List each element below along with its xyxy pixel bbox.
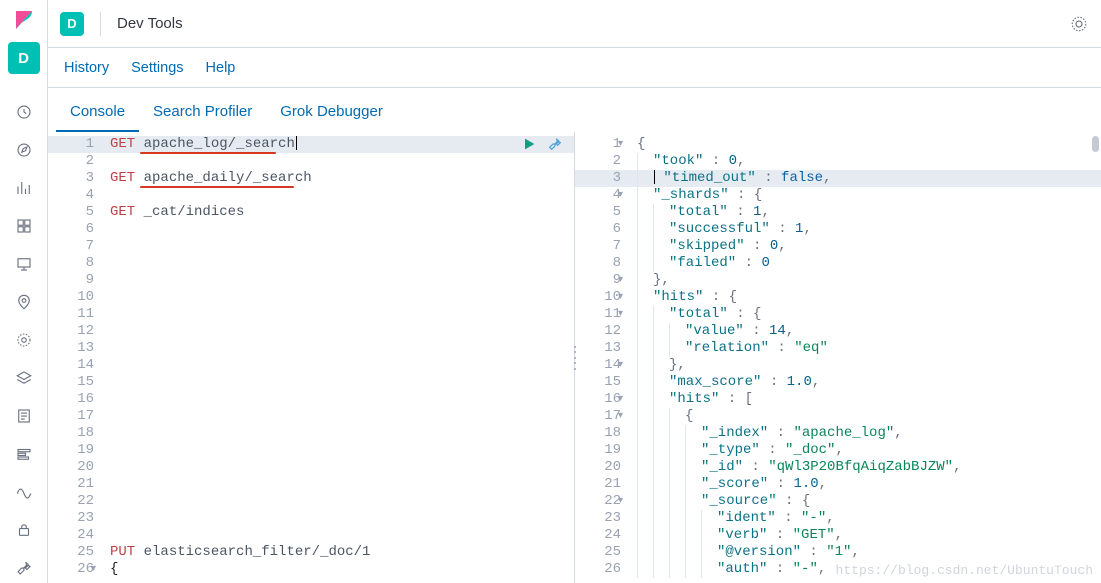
subnav-settings[interactable]: Settings (131, 60, 183, 76)
security-icon[interactable] (12, 518, 36, 542)
visualize-icon[interactable] (12, 176, 36, 200)
request-options-icon[interactable] (546, 135, 564, 153)
dev-tools-icon[interactable] (12, 556, 36, 580)
breadcrumb-app-name: Dev Tools (117, 15, 183, 32)
subnav-history[interactable]: History (64, 60, 109, 76)
ml-icon[interactable] (12, 328, 36, 352)
response-code: {"took" : 0, "timed_out" : false,"_shard… (631, 132, 1101, 583)
apm-icon[interactable] (12, 442, 36, 466)
tab-search-profiler[interactable]: Search Profiler (139, 93, 266, 132)
logs-icon[interactable] (12, 404, 36, 428)
request-code[interactable]: GET apache_log/_search GET apache_daily/… (104, 132, 574, 583)
request-gutter: 1234567891011121314151617181920212223242… (48, 132, 104, 583)
response-gutter: 1▾234▾56789▾10▾11▾121314▾1516▾17▾1819202… (575, 132, 631, 583)
response-editor-pane[interactable]: 1▾234▾56789▾10▾11▾121314▾1516▾17▾1819202… (574, 132, 1101, 583)
recent-icon[interactable] (12, 100, 36, 124)
devtools-tabs: Console Search Profiler Grok Debugger (48, 88, 1101, 132)
pane-resize-handle[interactable] (572, 346, 578, 370)
request-editor-pane[interactable]: 1234567891011121314151617181920212223242… (48, 132, 574, 583)
maps-icon[interactable] (12, 290, 36, 314)
infrastructure-icon[interactable] (12, 366, 36, 390)
discover-icon[interactable] (12, 138, 36, 162)
console-editor-split: 1234567891011121314151617181920212223242… (48, 132, 1101, 583)
top-bar: D Dev Tools (48, 0, 1101, 48)
tab-grok-debugger[interactable]: Grok Debugger (266, 93, 397, 132)
app-switcher-devtools[interactable]: D (8, 42, 40, 74)
subnav-help[interactable]: Help (206, 60, 236, 76)
help-menu-icon[interactable] (1069, 14, 1089, 34)
breadcrumb-separator (100, 12, 101, 36)
watermark-text: https://blog.csdn.net/UbuntuTouch (836, 562, 1093, 579)
breadcrumb-app-badge[interactable]: D (60, 12, 84, 36)
tab-console[interactable]: Console (56, 93, 139, 132)
canvas-icon[interactable] (12, 252, 36, 276)
run-request-icon[interactable] (520, 135, 538, 153)
left-nav-rail: D (0, 0, 48, 583)
kibana-logo-icon[interactable] (12, 8, 36, 32)
devtools-subnav: History Settings Help (48, 48, 1101, 88)
dashboard-icon[interactable] (12, 214, 36, 238)
uptime-icon[interactable] (12, 480, 36, 504)
